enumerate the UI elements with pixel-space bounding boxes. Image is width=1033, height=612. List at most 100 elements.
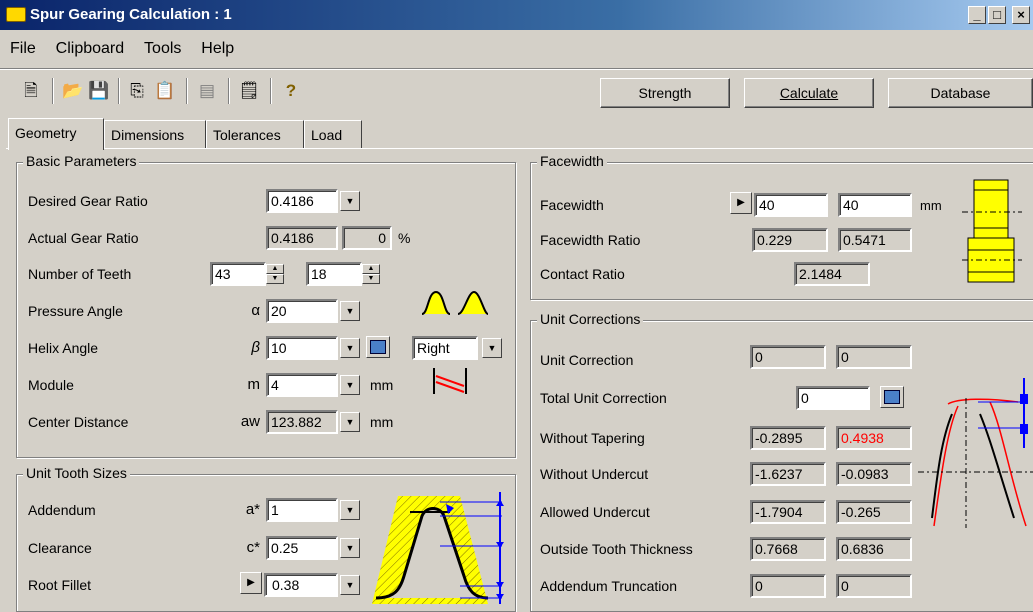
- without-undercut-gear-field: -0.0983: [836, 462, 912, 486]
- percent-unit: %: [398, 230, 411, 246]
- strength-button[interactable]: Strength: [600, 78, 730, 108]
- clearance-field[interactable]: 0.25: [266, 536, 338, 560]
- facewidth-gear-field[interactable]: 40: [838, 193, 912, 217]
- report-icon[interactable]: 🗒: [238, 80, 260, 102]
- toolbar-separator: [270, 78, 272, 104]
- facewidth-diagram: [962, 179, 1022, 283]
- outside-tooth-thickness-pinion-field: 0.7668: [750, 537, 826, 561]
- menu-help[interactable]: Help: [193, 36, 242, 62]
- menu-clipboard[interactable]: Clipboard: [48, 36, 132, 62]
- total-unit-correction-label: Total Unit Correction: [540, 390, 667, 406]
- group-title: Basic Parameters: [23, 153, 140, 169]
- minimize-button[interactable]: _: [968, 6, 986, 24]
- facewidth-ratio-label: Facewidth Ratio: [540, 232, 641, 248]
- new-icon[interactable]: 🗎: [20, 80, 42, 102]
- root-fillet-arrow-button[interactable]: ▶: [240, 572, 262, 594]
- pressure-angle-dropdown[interactable]: ▼: [340, 301, 360, 321]
- addendum-dropdown[interactable]: ▼: [340, 500, 360, 520]
- desired-gear-ratio-field[interactable]: 0.4186: [266, 189, 338, 213]
- tooth-geometry-diagram: [372, 492, 504, 604]
- unit-correction-label: Unit Correction: [540, 352, 634, 368]
- tab-panel-border: [6, 148, 1033, 149]
- open-icon[interactable]: 📂: [62, 80, 84, 102]
- root-fillet-field[interactable]: 0.38: [264, 573, 338, 597]
- without-tapering-gear-field: 0.4938: [836, 426, 912, 450]
- calculator-icon[interactable]: [880, 386, 904, 408]
- helix-angle-field[interactable]: 10: [266, 336, 338, 360]
- paste-icon[interactable]: 📋: [154, 80, 176, 102]
- module-dropdown[interactable]: ▼: [340, 375, 360, 395]
- module-field[interactable]: 4: [266, 373, 338, 397]
- alpha-symbol: α: [251, 302, 260, 319]
- center-distance-unit: mm: [370, 414, 394, 430]
- toolbar-separator: [118, 78, 120, 104]
- unit-correction-pinion-field: 0: [750, 345, 826, 369]
- outside-tooth-thickness-label: Outside Tooth Thickness: [540, 541, 693, 557]
- toolbar-separator: [52, 78, 54, 104]
- maximize-button[interactable]: □: [988, 6, 1006, 24]
- addendum-truncation-label: Addendum Truncation: [540, 578, 677, 594]
- tab-dimensions[interactable]: Dimensions: [104, 120, 206, 148]
- menu-bar: File Clipboard Tools Help: [0, 36, 242, 62]
- addendum-field[interactable]: 1: [266, 498, 338, 522]
- helix-direction-select[interactable]: Right: [412, 336, 478, 360]
- desired-gear-ratio-label: Desired Gear Ratio: [28, 193, 148, 209]
- calculate-button[interactable]: Calculate: [744, 78, 874, 108]
- allowed-undercut-pinion-field: -1.7904: [750, 500, 826, 524]
- tab-geometry[interactable]: Geometry: [8, 118, 104, 150]
- center-distance-symbol: aw: [240, 413, 260, 430]
- contact-ratio-field: 2.1484: [794, 262, 870, 286]
- number-of-teeth-label: Number of Teeth: [28, 266, 132, 282]
- without-tapering-label: Without Tapering: [540, 430, 645, 446]
- teeth-gear-field[interactable]: 18: [306, 262, 362, 286]
- database-button[interactable]: Database: [888, 78, 1033, 108]
- root-fillet-label: Root Fillet: [28, 577, 92, 593]
- calculator-icon[interactable]: [366, 336, 390, 358]
- teeth-pinion-field[interactable]: 43: [210, 262, 266, 286]
- teeth-pinion-spinner[interactable]: ▲ ▼: [266, 264, 284, 284]
- help-icon[interactable]: ?: [280, 80, 302, 102]
- allowed-undercut-gear-field: -0.265: [836, 500, 912, 524]
- pressure-angle-label: Pressure Angle: [28, 303, 123, 319]
- clearance-label: Clearance: [28, 540, 92, 556]
- window-title: Spur Gearing Calculation : 1: [30, 6, 232, 23]
- center-distance-dropdown[interactable]: ▼: [340, 412, 360, 432]
- teeth-gear-spinner[interactable]: ▲ ▼: [362, 264, 380, 284]
- allowed-undercut-label: Allowed Undercut: [540, 504, 650, 520]
- save-icon[interactable]: 💾: [88, 80, 110, 102]
- menu-file[interactable]: File: [0, 36, 44, 62]
- without-undercut-label: Without Undercut: [540, 466, 649, 482]
- group-title: Unit Tooth Sizes: [23, 465, 130, 481]
- print-preview-icon[interactable]: ▤: [196, 80, 218, 102]
- clearance-dropdown[interactable]: ▼: [340, 538, 360, 558]
- outside-tooth-thickness-gear-field: 0.6836: [836, 537, 912, 561]
- gear-ratio-deviation-field: 0: [342, 226, 392, 250]
- facewidth-arrow-button[interactable]: ▶: [730, 192, 752, 214]
- module-unit: mm: [370, 377, 394, 393]
- clearance-symbol: c*: [246, 539, 260, 556]
- tooth-profile-icon: [421, 290, 489, 315]
- center-distance-field[interactable]: 123.882: [266, 410, 338, 434]
- helix-angle-dropdown[interactable]: ▼: [340, 338, 360, 358]
- total-unit-correction-field[interactable]: 0: [796, 386, 870, 410]
- desired-gear-ratio-dropdown[interactable]: ▼: [340, 191, 360, 211]
- addendum-truncation-gear-field: 0: [836, 574, 912, 598]
- unit-correction-gear-field: 0: [836, 345, 912, 369]
- facewidth-ratio-gear-field: 0.5471: [838, 228, 912, 252]
- close-button[interactable]: ×: [1012, 6, 1030, 24]
- facewidth-unit: mm: [920, 198, 942, 213]
- toolbar-separator: [186, 78, 188, 104]
- copy-icon[interactable]: ⎘: [126, 80, 148, 102]
- toolbar-separator: [228, 78, 230, 104]
- tab-tolerances[interactable]: Tolerances: [206, 120, 304, 148]
- tab-load[interactable]: Load: [304, 120, 362, 148]
- root-fillet-dropdown[interactable]: ▼: [340, 575, 360, 595]
- actual-gear-ratio-label: Actual Gear Ratio: [28, 230, 139, 246]
- facewidth-pinion-field[interactable]: 40: [754, 193, 828, 217]
- helix-direction-dropdown[interactable]: ▼: [482, 338, 502, 358]
- pressure-angle-field[interactable]: 20: [266, 299, 338, 323]
- addendum-label: Addendum: [28, 502, 96, 518]
- actual-gear-ratio-field: 0.4186: [266, 226, 338, 250]
- group-title: Facewidth: [537, 153, 607, 169]
- menu-tools[interactable]: Tools: [136, 36, 189, 62]
